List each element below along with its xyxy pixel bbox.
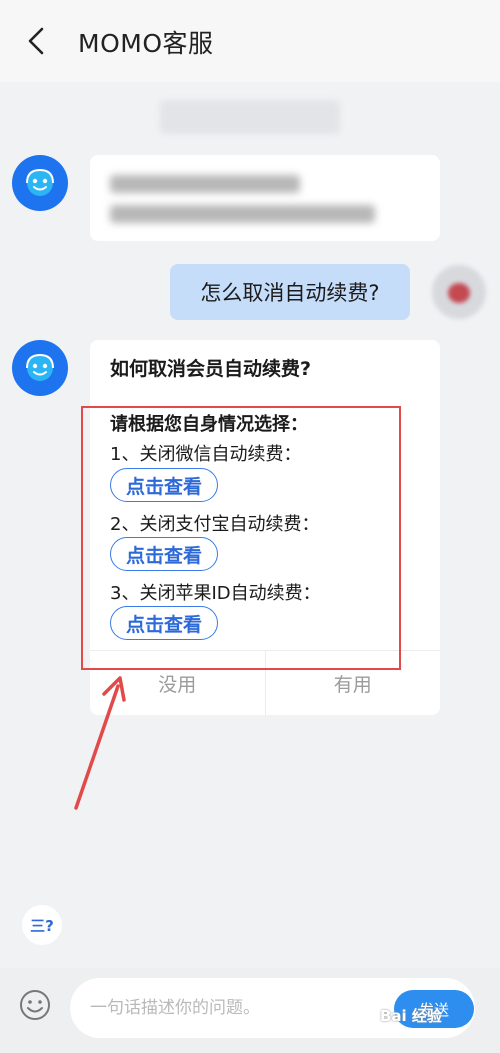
bot-face-icon bbox=[26, 353, 54, 381]
view-wechat-button[interactable]: 点击查看 bbox=[110, 468, 218, 502]
header-bar: MOMO客服 bbox=[0, 0, 500, 82]
option-label-wechat: 1、关闭微信自动续费： bbox=[110, 444, 302, 465]
bot-avatar bbox=[12, 340, 68, 396]
user-message-bubble: 怎么取消自动续费? bbox=[170, 264, 410, 320]
emoji-icon[interactable] bbox=[18, 988, 52, 1022]
bot-avatar bbox=[12, 155, 68, 211]
annotation-arrow-icon bbox=[74, 676, 126, 810]
view-apple-id-button[interactable]: 点击查看 bbox=[110, 606, 218, 640]
user-avatar bbox=[432, 265, 486, 319]
option-label-apple-id: 3、关闭苹果ID自动续费： bbox=[110, 583, 321, 604]
answer-intro: 请根据您自身情况选择： bbox=[110, 414, 308, 435]
baidu-watermark: Bai 经验 bbox=[380, 1007, 442, 1025]
view-alipay-button[interactable]: 点击查看 bbox=[110, 537, 218, 571]
option-label-alipay: 2、关闭支付宝自动续费： bbox=[110, 514, 320, 535]
user-message-text: 怎么取消自动续费? bbox=[200, 281, 380, 305]
bot-face-icon bbox=[26, 168, 54, 196]
page-title: MOMO客服 bbox=[78, 29, 214, 58]
blurred-bot-message bbox=[90, 155, 440, 241]
feedback-useful-button[interactable]: 有用 bbox=[264, 651, 441, 716]
blurred-timestamp bbox=[160, 100, 340, 134]
feedback-row: 没用 有用 bbox=[90, 650, 440, 716]
back-arrow-icon[interactable] bbox=[22, 26, 52, 56]
answer-card: 如何取消会员自动续费? 请根据您自身情况选择： 1、关闭微信自动续费： 点击查看… bbox=[90, 340, 440, 716]
answer-title: 如何取消会员自动续费? bbox=[110, 358, 312, 380]
faq-menu-button[interactable]: 三? bbox=[22, 905, 62, 945]
